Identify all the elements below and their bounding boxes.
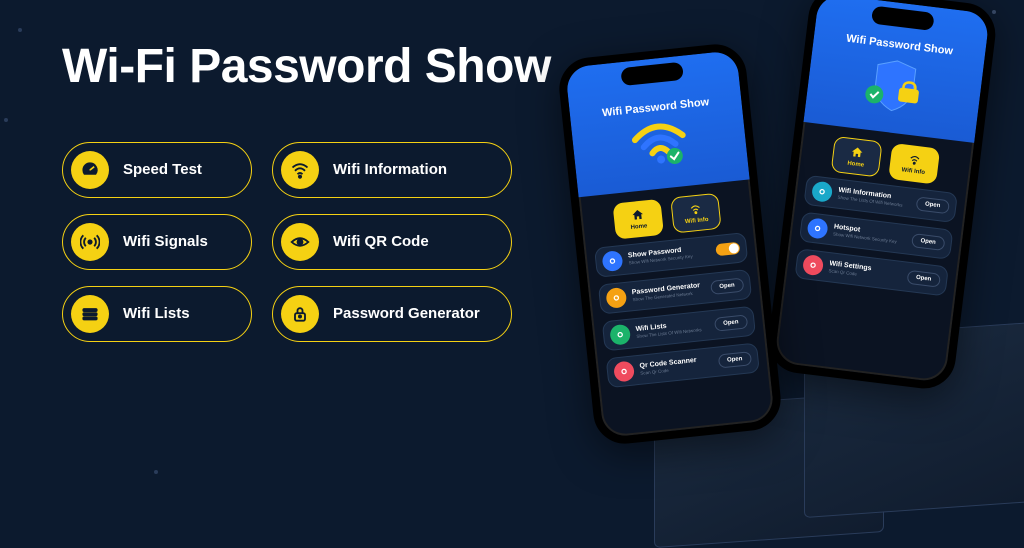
app-header-title: Wifi Password Show <box>602 96 710 119</box>
open-button[interactable]: Open <box>714 314 749 331</box>
open-button[interactable]: Open <box>717 351 752 368</box>
phone-mockup-left: Wifi Password Show HomeWifi Info Show Pa… <box>556 41 784 447</box>
feature-pill-list: Wifi Lists <box>62 286 252 342</box>
feature-label: Wifi Signals <box>123 233 208 250</box>
eye-icon <box>281 223 319 261</box>
tab-home[interactable]: Home <box>831 136 883 178</box>
row-icon <box>806 217 828 239</box>
feature-pill-lock: Password Generator <box>272 286 512 342</box>
feature-label: Wifi Lists <box>123 305 190 322</box>
row-icon <box>613 361 635 383</box>
tab-home[interactable]: Home <box>612 199 664 240</box>
row-icon <box>802 254 824 276</box>
tab-wifi-info[interactable]: Wifi Info <box>888 143 940 185</box>
feature-label: Wifi QR Code <box>333 233 429 250</box>
feature-label: Password Generator <box>333 305 480 322</box>
feature-pill-gauge: Speed Test <box>62 142 252 198</box>
row-icon <box>811 181 833 203</box>
feature-pill-wifi: Wifi Information <box>272 142 512 198</box>
lock-icon <box>281 295 319 333</box>
open-button[interactable]: Open <box>911 233 946 251</box>
feature-label: Wifi Information <box>333 161 447 178</box>
shield-hero-icon <box>856 53 933 121</box>
feature-pill-eye: Wifi QR Code <box>272 214 512 270</box>
app-header-title: Wifi Password Show <box>845 33 953 58</box>
signal-icon <box>71 223 109 261</box>
feature-pill-signal: Wifi Signals <box>62 214 252 270</box>
list-item[interactable]: Qr Code ScannerScan Qr CodeOpen <box>606 342 760 388</box>
row-icon <box>605 287 627 309</box>
wifi-icon <box>281 151 319 189</box>
open-button[interactable]: Open <box>915 196 950 214</box>
list-icon <box>71 295 109 333</box>
row-icon <box>609 324 631 346</box>
tab-wifi-info[interactable]: Wifi Info <box>670 193 722 234</box>
page-title: Wi-Fi Password Show <box>62 40 582 94</box>
toggle-switch[interactable] <box>715 242 740 256</box>
open-button[interactable]: Open <box>710 278 745 295</box>
feature-grid: Speed Test Wifi Information Wifi Signals Wi… <box>62 142 582 342</box>
feature-label: Speed Test <box>123 161 202 178</box>
row-icon <box>601 250 623 272</box>
open-button[interactable]: Open <box>906 270 941 288</box>
gauge-icon <box>71 151 109 189</box>
wifi-hero-icon <box>627 117 691 169</box>
